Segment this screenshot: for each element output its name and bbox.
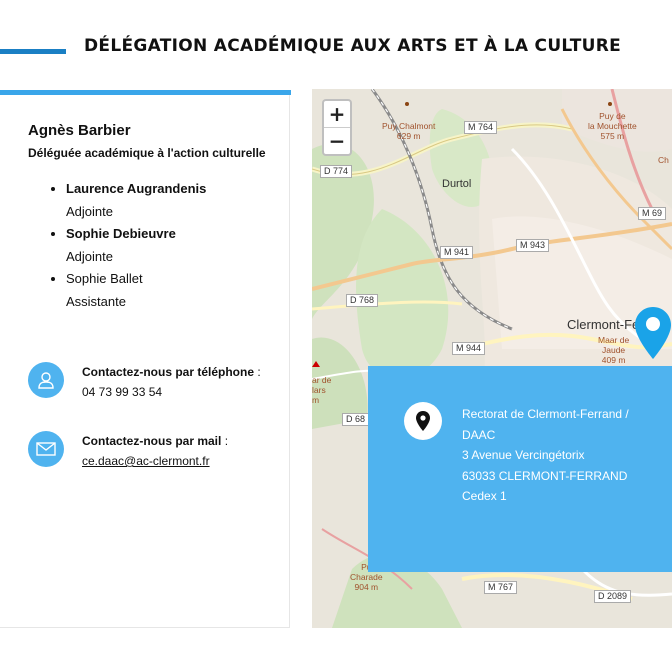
map-marker-icon[interactable] — [635, 307, 671, 364]
zoom-in-button[interactable]: + — [324, 101, 350, 128]
address-box: Rectorat de Clermont-Ferrand / DAAC 3 Av… — [368, 366, 672, 572]
mail-label: Contactez-nous par mail : — [82, 434, 229, 448]
road-label: M 941 — [440, 246, 474, 259]
address-lines: Rectorat de Clermont-Ferrand / DAAC 3 Av… — [462, 404, 652, 507]
map-label-maar-jaude: Maar de Jaude 409 m — [598, 335, 630, 365]
address-line: 63033 CLERMONT-FERRAND — [462, 468, 628, 483]
map-pin-icon — [404, 402, 442, 440]
team-member-name: Sophie Debieuvre — [66, 226, 176, 241]
road-label: D 768 — [346, 294, 379, 307]
team-member-role: Adjointe — [66, 248, 113, 264]
title-accent-bar — [0, 49, 66, 54]
address-line: Rectorat de Clermont-Ferrand / — [462, 407, 629, 421]
card-accent-bar — [0, 90, 291, 95]
envelope-icon — [28, 431, 64, 467]
zoom-out-button[interactable]: − — [324, 128, 350, 154]
team-member: Sophie Ballet Assistante — [66, 268, 206, 313]
road-label: D 774 — [320, 165, 353, 178]
address-line: DAAC — [462, 427, 496, 442]
person-name: Agnès Barbier — [28, 122, 131, 139]
team-member-role: Assistante — [66, 293, 126, 309]
team-member-name: Sophie Ballet — [66, 271, 143, 286]
road-label: D 2089 — [594, 590, 632, 603]
team-member: Laurence Augrandenis Adjointe — [66, 178, 206, 223]
person-headset-icon — [28, 362, 64, 398]
map-label-ch: Ch — [658, 155, 669, 165]
map-label-clermont: Clermont-Fe — [567, 317, 640, 332]
map-label-puy-mouchette: Puy de la Mouchette 575 m — [588, 111, 637, 141]
road-label: M 764 — [464, 121, 498, 134]
mail-link[interactable]: ce.daac@ac-clermont.fr — [82, 454, 210, 468]
address-line: 3 Avenue Vercingétorix — [462, 448, 585, 462]
phone-label: Contactez-nous par téléphone : — [82, 365, 261, 379]
road-label: M 944 — [452, 342, 486, 355]
map[interactable]: Puy Chalmont 629 m Puy de la Mouchette 5… — [312, 89, 672, 628]
team-member-name: Laurence Augrandenis — [66, 181, 207, 196]
person-role: Déléguée académique à l'action culturell… — [28, 146, 266, 160]
address-line: Cedex 1 — [462, 489, 507, 503]
team-list: Laurence Augrandenis Adjointe Sophie Deb… — [46, 178, 206, 313]
team-member: Sophie Debieuvre Adjointe — [66, 223, 206, 268]
zoom-control: + − — [322, 99, 352, 156]
page-title: DÉLÉGATION ACADÉMIQUE AUX ARTS ET À LA C… — [84, 36, 622, 56]
contact-card: Agnès Barbier Déléguée académique à l'ac… — [0, 90, 291, 628]
phone-number[interactable]: 04 73 99 33 54 — [82, 385, 162, 399]
road-label: M 943 — [516, 239, 550, 252]
road-label: M 69 — [638, 207, 667, 220]
map-label-mar-de: ar de lars m — [312, 375, 332, 405]
team-member-role: Adjointe — [66, 203, 113, 219]
map-label-durtol: Durtol — [442, 178, 472, 190]
road-label: M 767 — [484, 581, 518, 594]
map-label-puy-chalmont: Puy Chalmont 629 m — [382, 121, 436, 141]
road-label: D 68 — [342, 413, 370, 426]
